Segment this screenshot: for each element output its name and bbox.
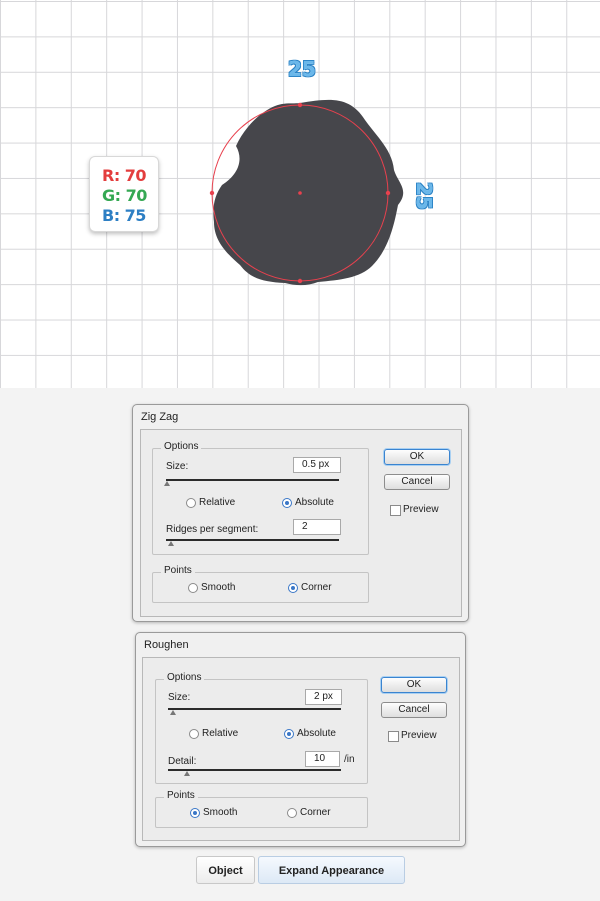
options-group-label: Options <box>161 441 202 452</box>
roughen-dialog: Roughen Options Size: Relative Absolute … <box>135 632 466 847</box>
smooth-radio[interactable] <box>188 583 198 593</box>
smooth-label: Smooth <box>201 582 236 593</box>
relative-label: Relative <box>202 728 239 739</box>
absolute-radio[interactable] <box>284 729 294 739</box>
relative-label: Relative <box>199 497 236 508</box>
corner-label: Corner <box>301 582 332 593</box>
dialog-title: Zig Zag <box>141 411 179 423</box>
size-label: Size: <box>166 461 189 472</box>
points-group: Points Smooth Corner <box>155 790 368 828</box>
color-readout-card: R: 70 G: 70 B: 75 <box>89 156 159 232</box>
corner-radio[interactable] <box>288 583 298 593</box>
expand-appearance-button[interactable]: Expand Appearance <box>258 856 405 884</box>
ridges-slider-track[interactable] <box>166 539 339 541</box>
smooth-label: Smooth <box>203 807 238 818</box>
options-group-label: Options <box>164 672 205 683</box>
red-value: R: 70 <box>102 166 147 185</box>
ridges-label: Ridges per segment: <box>166 524 259 535</box>
points-group-label: Points <box>161 565 195 576</box>
corner-label: Corner <box>300 807 331 818</box>
center-point <box>298 191 302 195</box>
preview-checkbox[interactable] <box>390 505 401 516</box>
corner-radio[interactable] <box>287 808 297 818</box>
options-group: Options Size: Relative Absolute Ridges p… <box>152 441 369 555</box>
preview-label: Preview <box>403 504 439 515</box>
smooth-radio[interactable] <box>190 808 200 818</box>
anchor-point-bottom[interactable] <box>297 278 303 284</box>
size-input[interactable] <box>293 457 341 473</box>
cancel-button[interactable]: Cancel <box>381 702 447 718</box>
absolute-radio[interactable] <box>282 498 292 508</box>
size-slider-track[interactable] <box>168 708 341 710</box>
detail-unit: /in <box>344 754 355 765</box>
detail-label: Detail: <box>168 756 197 767</box>
absolute-label: Absolute <box>297 728 336 739</box>
anchor-point-left[interactable] <box>209 190 215 196</box>
blue-value: B: 75 <box>102 206 146 225</box>
points-group-label: Points <box>164 790 198 801</box>
relative-radio[interactable] <box>189 729 199 739</box>
dialog-body: Options Size: Relative Absolute Ridges p… <box>140 429 462 617</box>
detail-input[interactable] <box>305 751 340 767</box>
cancel-button[interactable]: Cancel <box>384 474 450 490</box>
size-input[interactable] <box>305 689 342 705</box>
detail-slider-track[interactable] <box>168 769 341 771</box>
dialog-body: Options Size: Relative Absolute Detail: … <box>142 657 460 841</box>
anchor-point-right[interactable] <box>385 190 391 196</box>
height-dimension-label: 25 <box>412 182 436 210</box>
absolute-label: Absolute <box>295 497 334 508</box>
artboard-grid: 25 25 R: 70 G: 70 B: 75 <box>0 0 600 388</box>
preview-label: Preview <box>401 730 437 741</box>
ok-button[interactable]: OK <box>381 677 447 693</box>
ridges-slider-thumb[interactable] <box>168 541 174 546</box>
options-group: Options Size: Relative Absolute Detail: … <box>155 672 368 784</box>
size-label: Size: <box>168 692 191 703</box>
preview-checkbox[interactable] <box>388 731 399 742</box>
points-group: Points Smooth Corner <box>152 565 369 603</box>
green-value: G: 70 <box>102 186 147 205</box>
ridges-input[interactable] <box>293 519 341 535</box>
ok-button[interactable]: OK <box>384 449 450 465</box>
anchor-point-top[interactable] <box>297 102 303 108</box>
size-slider-thumb[interactable] <box>164 481 170 486</box>
zigzag-dialog: Zig Zag Options Size: Relative Absolute … <box>132 404 469 622</box>
size-slider-thumb[interactable] <box>170 710 176 715</box>
detail-slider-thumb[interactable] <box>184 771 190 776</box>
width-dimension-label: 25 <box>288 57 316 81</box>
dialog-title: Roughen <box>144 639 189 651</box>
size-slider-track[interactable] <box>166 479 339 481</box>
roughened-circle-shape[interactable] <box>213 99 404 286</box>
relative-radio[interactable] <box>186 498 196 508</box>
object-menu-button[interactable]: Object <box>196 856 255 884</box>
